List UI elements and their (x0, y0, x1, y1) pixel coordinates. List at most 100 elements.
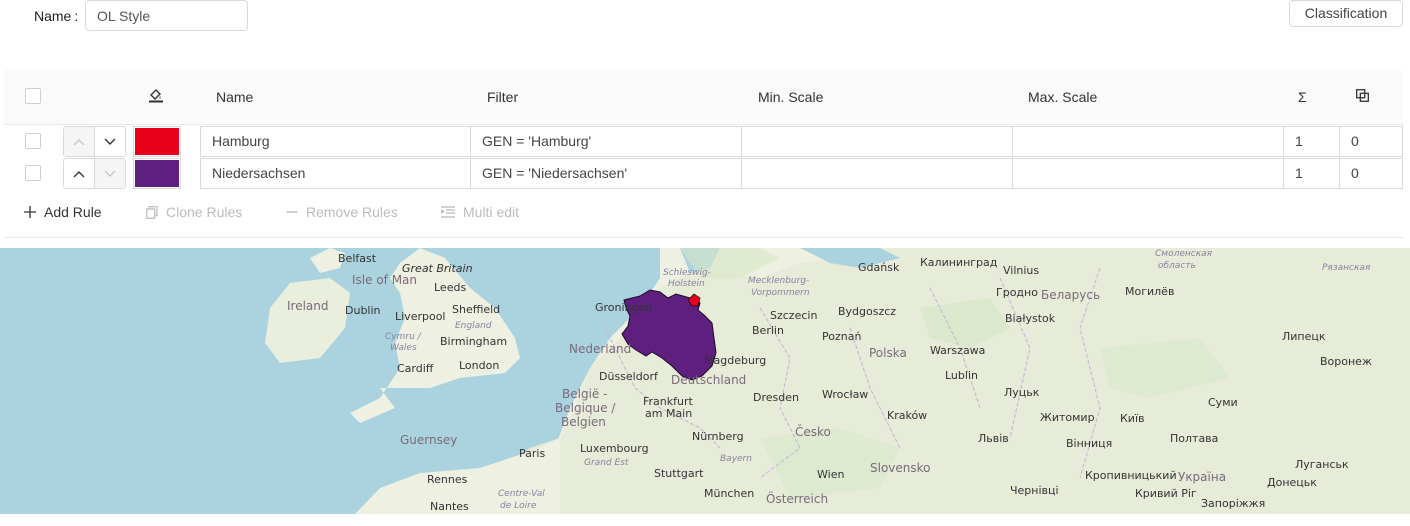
multi-edit-button[interactable]: Multi edit (441, 204, 519, 220)
clone-rules-button[interactable]: Clone Rules (146, 204, 242, 220)
map-label: Житомир (1040, 411, 1095, 424)
map-label: Смоленская (1155, 249, 1213, 259)
map-label: Луцьк (1004, 386, 1040, 399)
map-label: Полтава (1170, 432, 1219, 445)
filter-field[interactable]: GEN = 'Niedersachsen' (470, 158, 742, 189)
max-scale-field[interactable] (1012, 126, 1284, 157)
map-label: Schleswig- (663, 268, 711, 278)
chevron-down-icon (104, 138, 116, 145)
clone-rules-label: Clone Rules (166, 204, 243, 220)
map-label: Vorpommern (751, 288, 810, 298)
map-label: Poznań (822, 330, 862, 343)
table-header: Name Filter Min. Scale Max. Scale Σ (4, 70, 1403, 125)
remove-rules-button[interactable]: Remove Rules (286, 204, 398, 220)
add-rule-button[interactable]: Add Rule (24, 204, 102, 220)
minus-icon (286, 211, 298, 213)
map-label: Кривий Ріг (1135, 487, 1197, 500)
map-label: Liverpool (395, 310, 446, 323)
map-label: Рязанская (1322, 263, 1371, 273)
map-label: Isle of Man (352, 273, 418, 287)
move-up-button[interactable] (64, 159, 94, 188)
map-label: область (1158, 261, 1196, 271)
map-label: Чернівці (1010, 484, 1059, 497)
map-label: Nederland (569, 342, 632, 356)
column-header-min-scale: Min. Scale (758, 89, 824, 105)
map-label: Česko (795, 425, 831, 439)
row-checkbox[interactable] (25, 165, 41, 181)
count-cell: 1 (1283, 158, 1340, 189)
column-header-name: Name (216, 89, 254, 105)
map-label: Гродно (996, 286, 1038, 299)
map-label: Paris (519, 447, 546, 460)
multi-edit-icon (441, 206, 455, 218)
color-swatch[interactable] (133, 126, 181, 157)
map-label: België - (562, 387, 608, 401)
reorder-buttons (63, 158, 126, 189)
map-label: Київ (1120, 412, 1145, 425)
multi-edit-label: Multi edit (463, 204, 520, 220)
map-label: Deutschland (671, 373, 747, 387)
map-label: Kraków (887, 409, 928, 422)
map-label: Wien (817, 468, 845, 481)
map-label: Gdańsk (858, 261, 900, 274)
color-swatch[interactable] (133, 158, 181, 189)
map-label: England (455, 321, 492, 331)
map-label: Guernsey (400, 433, 458, 447)
plus-icon (24, 206, 36, 218)
map-label: Bydgoszcz (838, 305, 897, 318)
map-label: Österreich (766, 492, 829, 506)
min-scale-field[interactable] (741, 158, 1013, 189)
move-down-button[interactable] (94, 127, 125, 156)
max-scale-field[interactable] (1012, 158, 1284, 189)
map-label: Україна (1178, 470, 1227, 484)
map-label: Суми (1208, 396, 1238, 409)
map-label: Nürnberg (692, 430, 744, 443)
table-row: Hamburg GEN = 'Hamburg' 1 0 (4, 125, 1403, 157)
classification-button[interactable]: Classification (1289, 0, 1403, 27)
name-label: Name: (34, 8, 79, 24)
map-label: de Loire (500, 501, 537, 511)
map-label: Lublin (945, 369, 978, 382)
style-name-input[interactable] (85, 0, 248, 31)
table-row: Niedersachsen GEN = 'Niedersachsen' 1 0 (4, 157, 1403, 189)
map-label: Луганськ (1295, 458, 1349, 471)
map-label: Ireland (287, 299, 329, 313)
map-label: Bayern (720, 454, 752, 464)
chevron-down-icon (104, 170, 116, 177)
row-checkbox[interactable] (25, 133, 41, 149)
map-label: Rennes (427, 473, 468, 486)
move-up-button[interactable] (64, 127, 94, 156)
min-scale-field[interactable] (741, 126, 1013, 157)
map-label: Luxembourg (580, 442, 649, 455)
map-label: Cymru / (385, 332, 421, 342)
map-label: Wales (390, 343, 417, 353)
map-label: Grand Est (584, 458, 629, 468)
select-all-checkbox[interactable] (25, 88, 41, 104)
count-cell: 1 (1283, 126, 1340, 157)
copy-icon (146, 205, 158, 219)
filter-field[interactable]: GEN = 'Hamburg' (470, 126, 742, 157)
swatch-fill (135, 128, 179, 155)
map-label: Nantes (430, 500, 469, 513)
map-label: Stuttgart (654, 467, 704, 480)
column-header-count: Σ (1298, 89, 1307, 105)
map-label: London (459, 359, 500, 372)
move-down-button[interactable] (94, 159, 125, 188)
chevron-up-icon (73, 170, 85, 177)
map-label: Wrocław (822, 388, 869, 401)
map-label: Szczecin (770, 309, 818, 322)
map-label: am Main (645, 407, 693, 420)
map-label: München (704, 487, 755, 500)
map-label: Düsseldorf (599, 370, 658, 383)
rules-toolbar: Add Rule Clone Rules Remove Rules Multi … (4, 194, 1403, 238)
map-label: Belgien (561, 415, 606, 429)
rule-name-field[interactable]: Niedersachsen (200, 158, 471, 189)
swatch-fill (135, 160, 179, 187)
map-label: Vilnius (1003, 264, 1040, 277)
map-label: Belgique / (555, 401, 616, 415)
map-preview[interactable]: Belfast Great Britain Isle of Man Leeds … (0, 248, 1410, 514)
rule-name-field[interactable]: Hamburg (200, 126, 471, 157)
map-label: Dresden (753, 391, 799, 404)
map-label: Запоріжжя (1201, 497, 1266, 510)
map-label: Липецк (1282, 330, 1326, 343)
